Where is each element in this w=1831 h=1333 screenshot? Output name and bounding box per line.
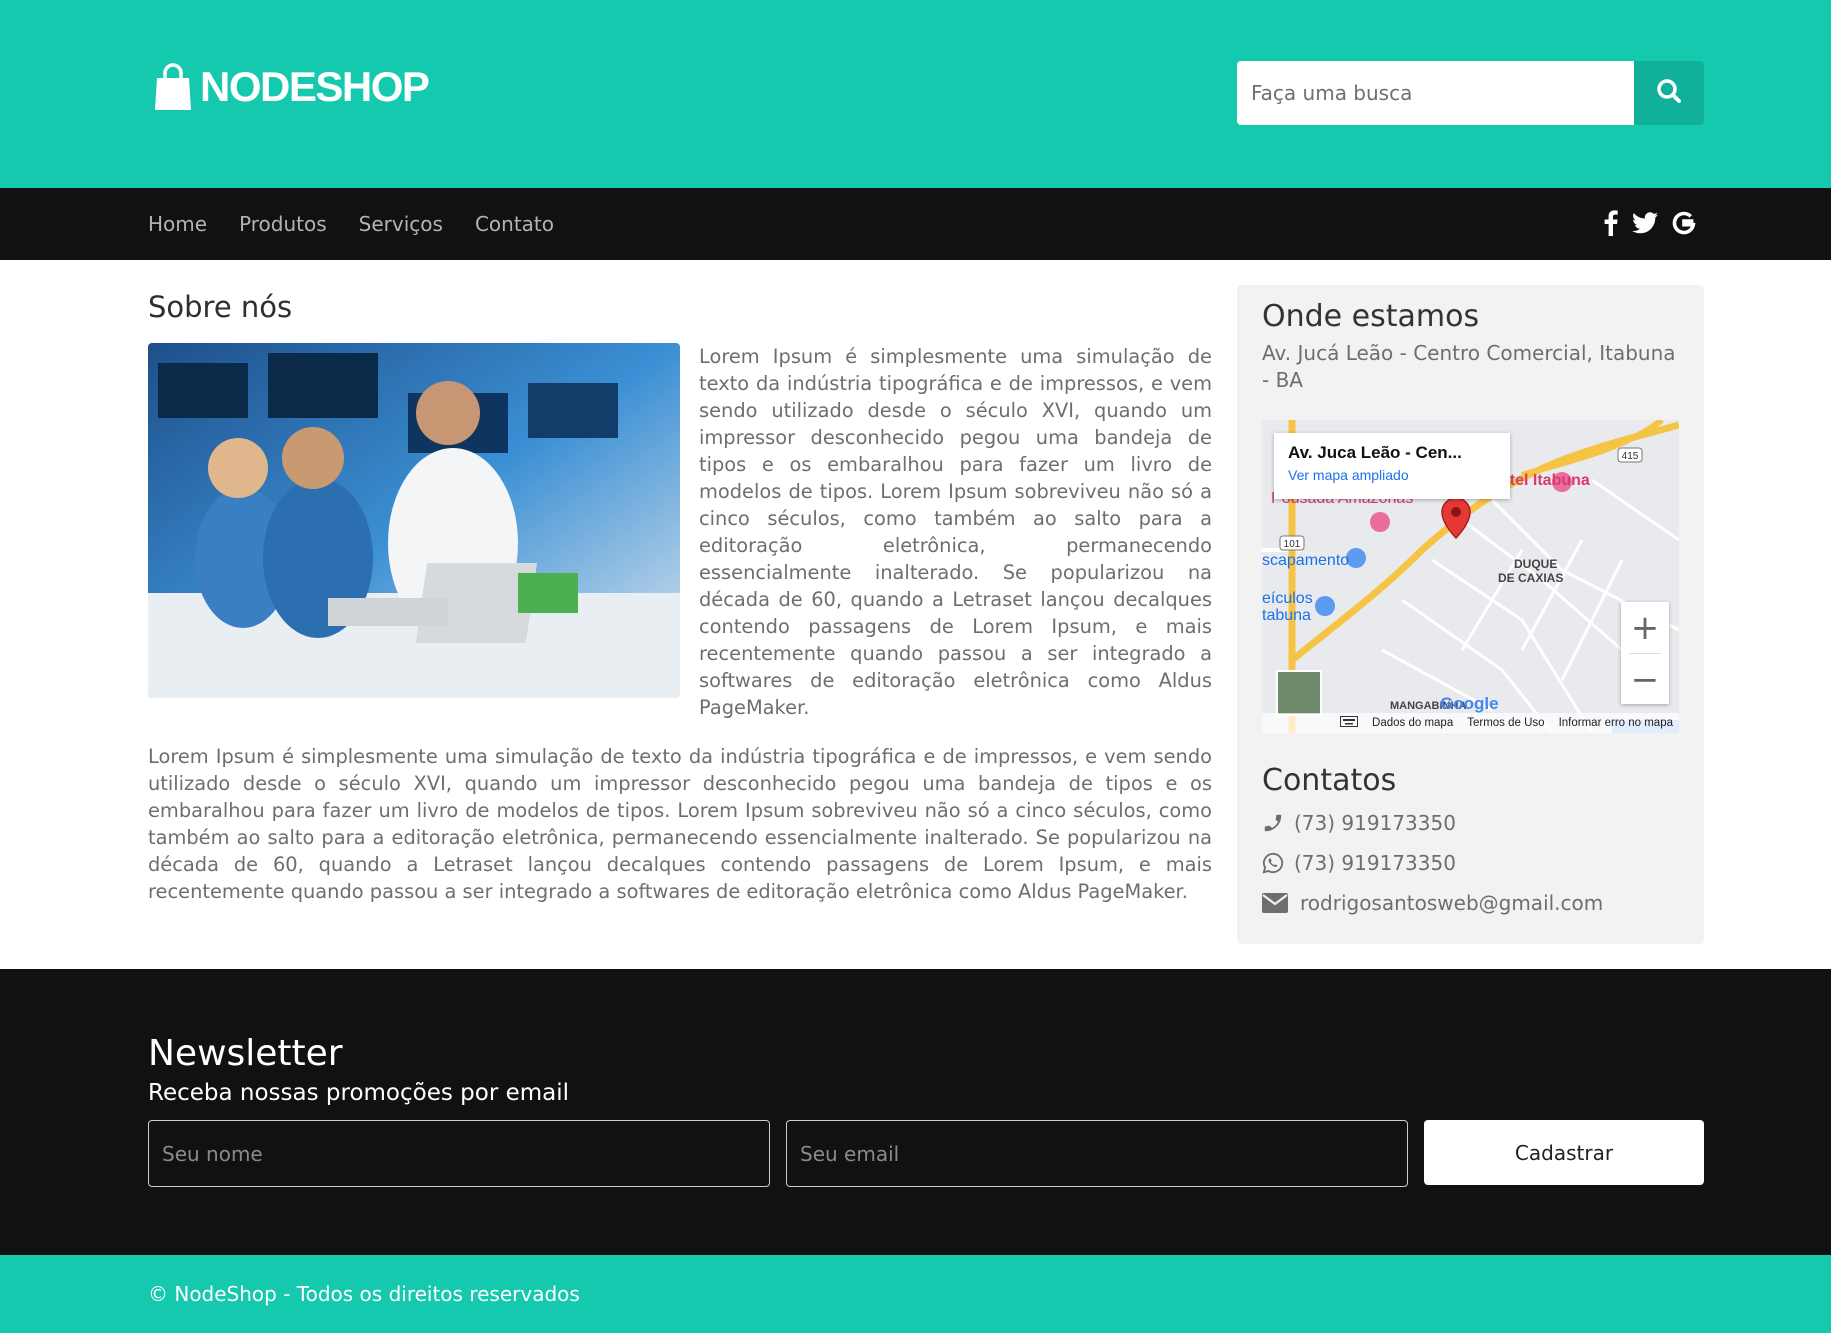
main-content: Sobre nós Lorem Ipsum é simplesmente uma… xyxy=(0,260,1831,969)
search-bar xyxy=(1237,61,1704,125)
email-input[interactable] xyxy=(786,1120,1408,1187)
shopping-bag-icon xyxy=(154,62,192,112)
nav-item-servicos[interactable]: Serviços xyxy=(359,212,443,236)
search-input[interactable] xyxy=(1237,61,1634,125)
about-section: Sobre nós Lorem Ipsum é simplesmente uma… xyxy=(148,290,1212,905)
facebook-icon[interactable] xyxy=(1604,210,1618,240)
email-address[interactable]: rodrigosantosweb@gmail.com xyxy=(1300,891,1603,915)
phone-number: (73) 919173350 xyxy=(1294,811,1456,835)
about-title: Sobre nós xyxy=(148,290,293,324)
newsletter-section: Newsletter Receba nossas promoções por e… xyxy=(0,969,1831,1255)
location-title: Onde estamos xyxy=(1262,299,1480,334)
subscribe-button[interactable]: Cadastrar xyxy=(1424,1120,1704,1185)
map-footer: Dados do mapa Termos de Uso Informar err… xyxy=(1262,713,1679,733)
map-card-title: Av. Juca Leão - Cen... xyxy=(1288,443,1462,462)
whatsapp-number: (73) 919173350 xyxy=(1294,851,1456,875)
social-links xyxy=(1604,210,1696,240)
zoom-out-button[interactable]: − xyxy=(1621,654,1669,705)
search-icon xyxy=(1656,78,1682,108)
site-header: NODESHOP xyxy=(0,0,1831,188)
whatsapp-icon xyxy=(1262,852,1294,874)
map-label-hotel: otel Itabuna xyxy=(1500,472,1590,489)
map-report-link[interactable]: Informar erro no mapa xyxy=(1559,717,1673,729)
sidebar: Onde estamos Av. Jucá Leão - Centro Come… xyxy=(1237,285,1704,944)
envelope-icon xyxy=(1262,893,1300,913)
name-input[interactable] xyxy=(148,1120,770,1187)
road-101-label: 101 xyxy=(1284,539,1301,550)
about-paragraph-2: Lorem Ipsum é simplesmente uma simulação… xyxy=(148,745,1212,903)
map-label-de-caxias: DE CAXIAS xyxy=(1498,571,1564,585)
phone-icon xyxy=(1262,812,1294,834)
satellite-toggle[interactable] xyxy=(1276,670,1322,716)
map-label-veiculos: eículos xyxy=(1262,590,1313,607)
keyboard-icon[interactable] xyxy=(1340,716,1359,730)
map-info-card: Av. Juca Leão - Cen... Ver mapa ampliado xyxy=(1274,433,1510,499)
map-label-escapamento: scapamento xyxy=(1262,552,1350,569)
google-icon[interactable] xyxy=(1672,211,1696,239)
nav-item-produtos[interactable]: Produtos xyxy=(239,212,327,236)
store-photo xyxy=(148,343,680,698)
logo-text: NODESHOP xyxy=(200,63,430,110)
copyright-text: © NodeShop - Todos os direitos reservado… xyxy=(148,1282,580,1306)
newsletter-title: Newsletter xyxy=(148,1033,343,1074)
map-label-itabuna: tabuna xyxy=(1262,607,1311,624)
map-zoom-controls: + − xyxy=(1621,602,1669,704)
contact-whatsapp: (73) 919173350 xyxy=(1262,848,1679,878)
google-map[interactable]: 415 101 Pousada Amazonas otel Itabuna sc… xyxy=(1262,420,1679,733)
contacts-title: Contatos xyxy=(1262,763,1397,798)
nav-item-home[interactable]: Home xyxy=(148,212,207,236)
map-enlarge-link[interactable]: Ver mapa ampliado xyxy=(1288,467,1496,483)
logo[interactable]: NODESHOP xyxy=(154,62,430,112)
contact-phone: (73) 919173350 xyxy=(1262,808,1679,838)
main-nav: Home Produtos Serviços Contato xyxy=(0,188,1831,260)
newsletter-form: Cadastrar xyxy=(148,1120,1704,1187)
site-footer: © NodeShop - Todos os direitos reservado… xyxy=(0,1255,1831,1333)
nav-item-contato[interactable]: Contato xyxy=(475,212,554,236)
map-data-link[interactable]: Dados do mapa xyxy=(1372,717,1453,729)
google-logo: Google xyxy=(1440,694,1499,713)
newsletter-subtitle: Receba nossas promoções por email xyxy=(148,1080,570,1106)
search-button[interactable] xyxy=(1634,61,1704,125)
map-label-duque: DUQUE xyxy=(1514,557,1558,571)
contact-email: rodrigosantosweb@gmail.com xyxy=(1262,888,1679,918)
map-terms-link[interactable]: Termos de Uso xyxy=(1467,717,1544,729)
twitter-icon[interactable] xyxy=(1632,212,1658,238)
address-text: Av. Jucá Leão - Centro Comercial, Itabun… xyxy=(1262,341,1676,392)
road-415-label: 415 xyxy=(1622,451,1639,462)
zoom-in-button[interactable]: + xyxy=(1621,602,1669,653)
